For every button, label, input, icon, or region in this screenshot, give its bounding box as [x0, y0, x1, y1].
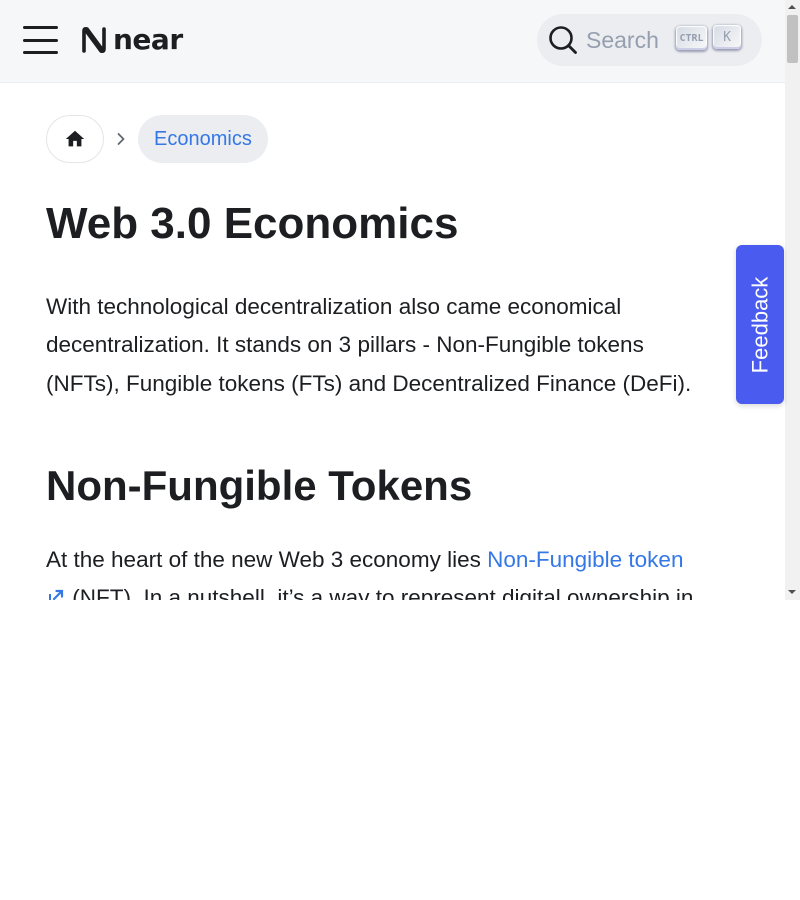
menu-icon-bar: [23, 51, 58, 54]
menu-icon-bar: [23, 38, 58, 42]
scroll-up-arrow[interactable]: [788, 5, 796, 9]
nft-paragraph-prefix: At the heart of the new Web 3 economy li…: [46, 547, 488, 572]
section-heading-nft: Non-Fungible Tokens: [46, 462, 473, 509]
breadcrumb-separator: [104, 132, 138, 146]
vertical-scrollbar[interactable]: [785, 0, 800, 600]
near-logo[interactable]: near: [80, 24, 183, 56]
search-placeholder: Search: [586, 27, 659, 53]
search-icon: [549, 26, 577, 54]
home-icon: [65, 130, 85, 147]
intro-paragraph: With technological decentralization also…: [46, 288, 746, 403]
intro-line: (NFTs), Fungible tokens (FTs) and Decent…: [46, 370, 692, 396]
intro-line: With technological decentralization also…: [46, 294, 622, 319]
nft-link[interactable]: Non-Fungible token: [487, 547, 683, 572]
nft-paragraph-line: At the heart of the new Web 3 economy li…: [46, 541, 776, 579]
navbar: near Search CTRL K: [0, 0, 785, 83]
nft-paragraph-line: (NFT). In a nutshell, it’s a way to repr…: [46, 579, 776, 600]
shortcut-key-k: K: [713, 25, 741, 49]
brand-name: near: [113, 23, 183, 56]
chevron-right-icon: [117, 133, 125, 145]
breadcrumb-home-link[interactable]: [46, 115, 104, 163]
breadcrumb-current[interactable]: Economics: [138, 115, 268, 163]
shortcut-key-ctrl: CTRL: [676, 26, 707, 50]
menu-button[interactable]: [23, 26, 59, 56]
external-link-icon[interactable]: [46, 587, 66, 600]
breadcrumb: Economics: [46, 115, 268, 163]
search-button[interactable]: Search CTRL K: [537, 14, 762, 66]
feedback-label: Feedback: [747, 276, 772, 373]
page-title: Web 3.0 Economics: [46, 199, 459, 248]
scroll-down-arrow[interactable]: [788, 590, 796, 594]
scrollbar-thumb[interactable]: [787, 15, 798, 63]
browser-viewport: near Search CTRL K Economics Web 3.0 Eco…: [0, 0, 800, 600]
menu-icon-bar: [23, 26, 58, 29]
near-logo-icon: [82, 26, 106, 54]
nft-paragraph: At the heart of the new Web 3 economy li…: [46, 541, 776, 600]
feedback-button[interactable]: Feedback: [736, 245, 784, 404]
intro-line: decentralization. It stands on 3 pillars…: [46, 332, 644, 358]
nft-paragraph-continuation: (NFT). In a nutshell, it’s a way to repr…: [72, 585, 694, 600]
